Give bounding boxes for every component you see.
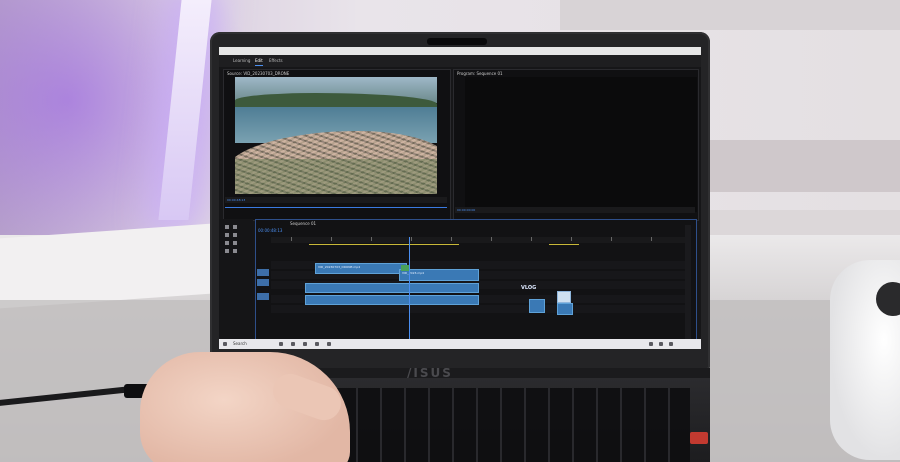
clip-label: VID_2023.mp4 <box>402 271 425 275</box>
render-bar-yellow <box>309 244 459 245</box>
ruler-tick <box>451 237 452 241</box>
program-preview <box>465 77 697 212</box>
track-header-v1[interactable] <box>257 279 269 286</box>
clip-label: VID_20230703_DRONE.mp4 <box>318 265 361 269</box>
selection-tool-icon[interactable] <box>225 225 229 229</box>
ruler-tick <box>411 237 412 241</box>
track-select-tool-icon[interactable] <box>233 225 237 229</box>
timeline-sequence-tab[interactable]: Sequence 01 <box>290 221 316 227</box>
program-timecode: 00:00:00:00 <box>457 208 476 212</box>
program-transport-bar: 00:00:00:00 <box>455 207 695 213</box>
source-timecode: 00:00:48:13 <box>227 198 246 202</box>
app-icon[interactable] <box>327 342 331 346</box>
audio-clip[interactable] <box>305 295 479 305</box>
track-header-a1[interactable] <box>257 293 269 300</box>
ruler-tick <box>331 237 332 241</box>
audio-meter <box>685 225 691 343</box>
shelf <box>700 140 900 192</box>
time-ruler[interactable] <box>271 237 691 243</box>
render-bar-yellow <box>549 244 579 245</box>
video-clip[interactable] <box>529 299 545 313</box>
task-view-icon[interactable] <box>279 342 283 346</box>
premiere-icon[interactable] <box>315 342 319 346</box>
tab-learning[interactable]: Learning <box>233 57 250 65</box>
slip-tool-icon[interactable] <box>225 241 229 245</box>
laptop-screen: Learning Edit Effects Source: VID_202307… <box>219 47 701 349</box>
video-clip[interactable] <box>305 283 479 293</box>
ripple-edit-tool-icon[interactable] <box>225 233 229 237</box>
ruler-tick <box>491 237 492 241</box>
webcam-notch <box>427 38 487 45</box>
tools-panel <box>219 219 253 349</box>
track-header-v2[interactable] <box>257 269 269 276</box>
title-clip[interactable] <box>557 291 571 303</box>
ruler-tick <box>651 237 652 241</box>
shelf <box>560 0 900 30</box>
drone-footage-frame <box>235 77 437 194</box>
volume-icon[interactable] <box>659 342 663 346</box>
start-icon[interactable] <box>223 342 227 346</box>
wifi-icon[interactable] <box>649 342 653 346</box>
scene: Learning Edit Effects Source: VID_202307… <box>0 0 900 462</box>
razor-tool-icon[interactable] <box>233 233 237 237</box>
windows-taskbar: Search <box>219 339 701 349</box>
video-clip[interactable] <box>557 303 573 315</box>
track-a2[interactable] <box>271 305 691 313</box>
taskbar-search[interactable]: Search <box>233 339 247 349</box>
type-tool-icon[interactable] <box>233 249 237 253</box>
file-explorer-icon[interactable] <box>291 342 295 346</box>
title-bar <box>219 47 701 55</box>
source-scrubber[interactable] <box>225 207 447 208</box>
hand-tool-icon[interactable] <box>225 249 229 253</box>
source-transport-bar: 00:00:48:13 <box>225 197 447 203</box>
browser-icon[interactable] <box>303 342 307 346</box>
pen-tool-icon[interactable] <box>233 241 237 245</box>
timeline-current-time: 00:00:48:13 <box>258 228 283 233</box>
ruler-tick <box>531 237 532 241</box>
title-overlay-text: VLOG <box>521 285 537 291</box>
video-clip[interactable]: VID_20230703_DRONE.mp4 <box>315 263 407 274</box>
keyboard[interactable] <box>310 388 690 462</box>
timeline-playhead[interactable] <box>409 237 410 347</box>
video-clip[interactable]: VID_2023.mp4 <box>399 269 479 281</box>
ruler-tick <box>371 237 372 241</box>
ruler-tick <box>611 237 612 241</box>
tab-edit[interactable]: Edit <box>255 57 263 66</box>
workspace-bar: Learning Edit Effects <box>219 55 701 67</box>
usb-port <box>690 432 708 444</box>
adjustment-clip[interactable] <box>401 265 409 271</box>
ruler-tick <box>291 237 292 241</box>
tab-effects[interactable]: Effects <box>269 57 283 65</box>
trees <box>235 158 437 194</box>
ruler-tick <box>571 237 572 241</box>
battery-icon[interactable] <box>669 342 673 346</box>
